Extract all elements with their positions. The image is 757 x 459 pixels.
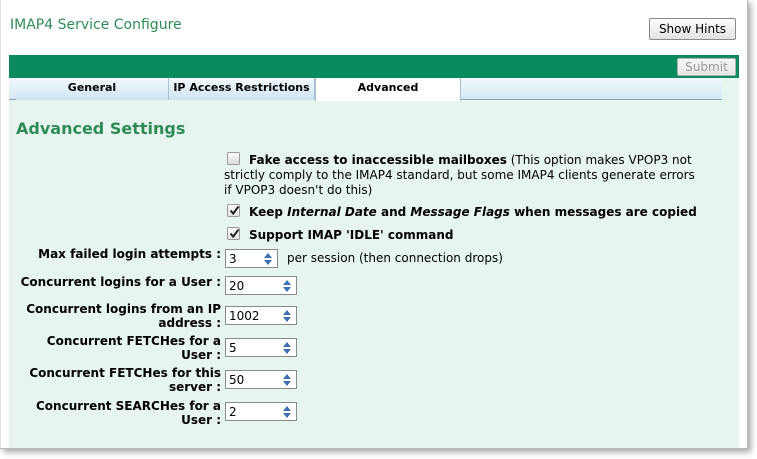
tab-ip-access-restrictions[interactable]: IP Access Restrictions bbox=[169, 78, 315, 100]
max-failed-spinner[interactable]: 3 bbox=[225, 249, 278, 268]
logins-user-value[interactable]: 20 bbox=[229, 279, 244, 293]
fetches-server-label: Concurrent FETCHes for this server : bbox=[19, 366, 221, 394]
frame-edge bbox=[0, 0, 1, 448]
fake-access-label-rest: (This option makes VPOP3 not bbox=[506, 153, 692, 167]
fake-access-label-bold: Fake access to inaccessible mailboxes bbox=[249, 153, 507, 167]
keep-dates-text-message-flags: Message Flags bbox=[410, 205, 510, 219]
spinner-buttons[interactable] bbox=[280, 339, 296, 356]
fetches-server-label-line2: server : bbox=[168, 380, 221, 394]
fake-access-label-line3: if VPOP3 doesn't do this) bbox=[224, 183, 373, 197]
spinner-down-icon[interactable] bbox=[283, 381, 291, 386]
spinner-up-icon[interactable] bbox=[283, 342, 291, 347]
section-title: Advanced Settings bbox=[16, 119, 186, 138]
tab-advanced[interactable]: Advanced bbox=[315, 78, 461, 101]
max-failed-value[interactable]: 3 bbox=[229, 252, 237, 266]
show-hints-button[interactable]: Show Hints bbox=[649, 18, 736, 40]
fetches-server-label-line1: Concurrent FETCHes for this bbox=[29, 366, 221, 380]
keep-dates-label: Keep Internal Date and Message Flags whe… bbox=[249, 205, 697, 220]
tab-general[interactable]: General bbox=[16, 78, 169, 100]
spinner-up-icon[interactable] bbox=[283, 374, 291, 379]
logins-user-spinner[interactable]: 20 bbox=[225, 276, 297, 295]
logins-ip-label-line1: Concurrent logins from an IP bbox=[26, 302, 221, 316]
fetches-user-value[interactable]: 5 bbox=[229, 341, 237, 355]
checkmark-icon bbox=[229, 205, 240, 216]
searches-user-label-line1: Concurrent SEARCHes for a bbox=[35, 399, 221, 413]
spinner-up-icon[interactable] bbox=[283, 280, 291, 285]
spinner-down-icon[interactable] bbox=[283, 413, 291, 418]
spinner-up-icon[interactable] bbox=[264, 253, 272, 258]
logins-ip-label: Concurrent logins from an IP address : bbox=[19, 302, 221, 330]
searches-user-label: Concurrent SEARCHes for a User : bbox=[19, 399, 221, 427]
logins-user-label: Concurrent logins for a User : bbox=[20, 275, 221, 289]
spinner-buttons[interactable] bbox=[280, 307, 296, 324]
fake-access-checkbox[interactable] bbox=[227, 152, 240, 165]
spinner-buttons[interactable] bbox=[280, 277, 296, 294]
idle-checkbox[interactable] bbox=[227, 227, 240, 240]
spinner-up-icon[interactable] bbox=[283, 310, 291, 315]
logins-ip-value[interactable]: 1002 bbox=[229, 309, 260, 323]
keep-dates-checkbox[interactable] bbox=[227, 204, 240, 217]
fake-access-label-line2: strictly comply to the IMAP4 standard, b… bbox=[224, 168, 695, 182]
fetches-user-label-line2: User : bbox=[181, 348, 221, 362]
spinner-up-icon[interactable] bbox=[283, 406, 291, 411]
settings-panel: Submit General IP Access Restrictions Ad… bbox=[9, 55, 739, 448]
spinner-buttons[interactable] bbox=[261, 250, 277, 267]
searches-user-label-line2: User : bbox=[181, 413, 221, 427]
spinner-buttons[interactable] bbox=[280, 371, 296, 388]
checkmark-icon bbox=[229, 228, 240, 239]
fake-access-label-line1: Fake access to inaccessible mailboxes (T… bbox=[249, 153, 692, 168]
config-window: IMAP4 Service Configure Show Hints Submi… bbox=[0, 0, 748, 449]
submit-button[interactable]: Submit bbox=[677, 58, 736, 76]
logins-ip-spinner[interactable]: 1002 bbox=[225, 306, 297, 325]
spinner-down-icon[interactable] bbox=[283, 317, 291, 322]
fetches-server-spinner[interactable]: 50 bbox=[225, 370, 297, 389]
fetches-user-spinner[interactable]: 5 bbox=[225, 338, 297, 357]
spinner-buttons[interactable] bbox=[280, 403, 296, 420]
keep-dates-text-1: Keep bbox=[249, 205, 288, 219]
keep-dates-text-3: and bbox=[376, 205, 411, 219]
max-failed-label: Max failed login attempts : bbox=[38, 247, 221, 261]
fetches-user-label: Concurrent FETCHes for a User : bbox=[19, 334, 221, 362]
fetches-server-value[interactable]: 50 bbox=[229, 373, 244, 387]
spinner-down-icon[interactable] bbox=[283, 287, 291, 292]
idle-label: Support IMAP 'IDLE' command bbox=[249, 228, 454, 242]
tab-strip: General IP Access Restrictions Advanced bbox=[9, 78, 722, 101]
max-failed-suffix: per session (then connection drops) bbox=[287, 251, 503, 265]
page-title: IMAP4 Service Configure bbox=[10, 17, 182, 33]
searches-user-value[interactable]: 2 bbox=[229, 405, 237, 419]
keep-dates-text-5: when messages are copied bbox=[509, 205, 697, 219]
spinner-down-icon[interactable] bbox=[283, 349, 291, 354]
searches-user-spinner[interactable]: 2 bbox=[225, 402, 297, 421]
spinner-down-icon[interactable] bbox=[264, 260, 272, 265]
logins-ip-label-line2: address : bbox=[158, 316, 221, 330]
action-bar: Submit bbox=[9, 55, 739, 78]
fetches-user-label-line1: Concurrent FETCHes for a bbox=[46, 334, 221, 348]
keep-dates-text-internal-date: Internal Date bbox=[287, 205, 377, 219]
